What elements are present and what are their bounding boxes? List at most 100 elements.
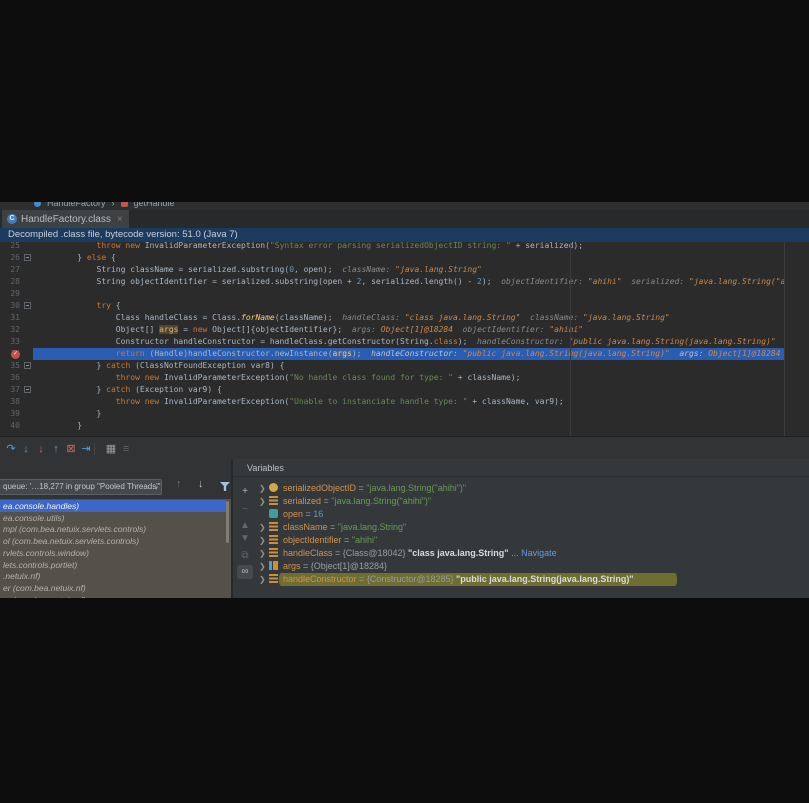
move-up-icon[interactable]: ▲ (237, 519, 253, 533)
code-line[interactable]: } (33, 420, 784, 432)
stack-frame-row[interactable]: rvlets.controls.window) (0, 547, 226, 559)
force-step-into-icon[interactable]: ↓ (34, 441, 48, 457)
line-number[interactable]: 29 (0, 288, 20, 300)
expand-chevron-icon[interactable]: ❯ (259, 547, 269, 560)
expand-chevron-icon[interactable]: ❯ (259, 560, 269, 573)
variable-row[interactable]: ❯handleConstructor = {Constructor@18285}… (259, 573, 807, 586)
variable-name: serializedObjectID (283, 483, 356, 493)
expand-chevron-icon[interactable]: ❯ (259, 534, 269, 547)
code-line[interactable]: } (33, 408, 784, 420)
step-into-icon[interactable]: ↓ (19, 441, 33, 457)
line-number[interactable]: 30 (0, 300, 20, 312)
frames-scrollbar[interactable] (226, 501, 229, 543)
execution-line[interactable]: return (Handle)handleConstructor.newInst… (33, 348, 784, 360)
code-line[interactable]: throw new InvalidParameterException("No … (33, 372, 784, 384)
drop-frame-icon[interactable]: ⊠ (64, 441, 78, 457)
stack-frame-row[interactable]: ea.console.utils) (0, 512, 226, 524)
expand-chevron-icon[interactable]: ❯ (259, 495, 269, 508)
filter-funnel-icon[interactable] (220, 482, 230, 491)
move-down-icon[interactable]: ▼ (237, 532, 253, 546)
variable-row[interactable]: ❯className = "java.lang.String" (259, 521, 807, 534)
code-line[interactable]: } catch (ClassNotFoundException var8) { (33, 360, 784, 372)
editor-gutter[interactable]: 25262728293031323334✓353637383940 (0, 242, 33, 436)
variable-row[interactable]: open = 16 (259, 508, 807, 521)
run-to-cursor-icon[interactable]: ⇥ (79, 441, 93, 457)
code-line[interactable]: Object[] args = new Object[]{objectIdent… (33, 324, 784, 336)
code-token: Object[]{objectIdentifier}; (207, 325, 352, 334)
debug-panel: ↷↓↓↑⊠⇥▦≡ queue: '…18,277 in group "Poole… (0, 436, 809, 597)
thread-dropdown[interactable]: queue: '…18,277 in group "Pooled Threads… (0, 479, 162, 495)
variable-row[interactable]: ❯serialized = "java.lang.String("ahihi")… (259, 495, 807, 508)
breakpoint-icon[interactable]: ✓ (11, 350, 20, 359)
stack-frame-row[interactable]: mpl (com.bea.netuix.servlets.controls) (0, 523, 226, 535)
close-icon[interactable]: × (117, 214, 123, 225)
code-line[interactable]: String className = serialized.substring(… (33, 264, 784, 276)
expand-chevron-icon[interactable]: ❯ (259, 521, 269, 534)
expand-chevron-icon[interactable]: ❯ (259, 482, 269, 495)
fold-icon[interactable] (24, 386, 31, 393)
array-icon (269, 561, 278, 570)
line-number[interactable]: 40 (0, 420, 20, 432)
code-line[interactable] (33, 288, 784, 300)
code-area[interactable]: throw new InvalidParameterException("Syn… (33, 242, 809, 436)
line-number[interactable]: 31 (0, 312, 20, 324)
step-out-icon[interactable]: ↑ (49, 441, 63, 457)
line-number[interactable]: 25 (0, 242, 20, 252)
stack-frame-row[interactable]: ol (com.bea.netuix.servlets.controls) (0, 535, 226, 547)
fold-icon[interactable] (24, 362, 31, 369)
show-watches-icon[interactable]: ∞ (237, 565, 253, 579)
step-over-icon[interactable]: ↷ (4, 441, 18, 457)
code-line[interactable]: } catch (Exception var9) { (33, 384, 784, 396)
line-number[interactable]: 26 (0, 252, 20, 264)
line-number[interactable]: 28 (0, 276, 20, 288)
line-number[interactable]: 37 (0, 384, 20, 396)
line-number[interactable]: 33 (0, 336, 20, 348)
code-line[interactable]: } else { (33, 252, 784, 264)
editor-scrollbar[interactable] (784, 242, 785, 436)
code-token: throw new (58, 242, 145, 250)
class-icon: C (7, 214, 17, 224)
breadcrumb-item-method[interactable]: getHandle (134, 202, 175, 208)
frame-up-icon[interactable]: ↑ (176, 478, 182, 490)
line-number[interactable]: 36 (0, 372, 20, 384)
mute-breakpoints-icon[interactable]: ≡ (119, 441, 133, 457)
stack-frame-row[interactable]: .netuix.nf) (0, 570, 226, 582)
code-token: class (434, 337, 458, 346)
code-token: catch (106, 361, 130, 370)
variable-row[interactable]: ❯objectIdentifier = "ahihi" (259, 534, 807, 547)
code-line[interactable]: Constructor handleConstructor = handleCl… (33, 336, 784, 348)
add-watch-icon[interactable]: + (237, 485, 253, 499)
variable-row[interactable]: ❯args = {Object[1]@18284} (259, 560, 807, 573)
stack-frame-row[interactable]: er (com.bea.netuix.nf) (0, 594, 226, 598)
stack-frame-row[interactable]: lets.controls.portlet) (0, 559, 226, 571)
code-line[interactable]: throw new InvalidParameterException("Una… (33, 396, 784, 408)
stack-frame-row[interactable]: ea.console.handles) (0, 500, 226, 512)
code-editor[interactable]: 25262728293031323334✓353637383940 throw … (0, 242, 809, 436)
line-number[interactable]: 32 (0, 324, 20, 336)
code-line[interactable]: throw new InvalidParameterException("Syn… (33, 242, 784, 252)
code-token: else (87, 253, 106, 262)
expand-chevron-icon[interactable]: ❯ (259, 573, 269, 586)
field-icon (269, 535, 278, 544)
tab-handlefactory[interactable]: C HandleFactory.class × (2, 210, 129, 228)
line-number[interactable]: 27 (0, 264, 20, 276)
variable-row[interactable]: ❯handleClass = {Class@18042} "class java… (259, 547, 807, 560)
code-line[interactable]: String objectIdentifier = serialized.sub… (33, 276, 784, 288)
evaluate-expression-icon[interactable]: ▦ (104, 441, 118, 457)
line-number[interactable]: 35 (0, 360, 20, 372)
code-line[interactable]: Class handleClass = Class.forName(classN… (33, 312, 784, 324)
navigate-link[interactable]: Navigate (521, 548, 557, 558)
code-line[interactable]: try { (33, 300, 784, 312)
frames-list[interactable]: ea.console.handles)ea.console.utils)mpl … (0, 499, 231, 598)
variable-row[interactable]: ❯serializedObjectID = "java.lang.String(… (259, 482, 807, 495)
stack-frame-row[interactable]: er (com.bea.netuix.nf) (0, 582, 226, 594)
variable-name: handleClass (283, 548, 333, 558)
line-number[interactable]: 38 (0, 396, 20, 408)
frame-down-icon[interactable]: ↓ (198, 478, 204, 490)
duplicate-icon[interactable]: ⧉ (237, 549, 253, 563)
fold-icon[interactable] (24, 254, 31, 261)
fold-icon[interactable] (24, 302, 31, 309)
line-number[interactable]: 39 (0, 408, 20, 420)
breadcrumb-item-class[interactable]: HandleFactory (47, 202, 106, 208)
remove-watch-icon[interactable]: − (237, 503, 253, 517)
